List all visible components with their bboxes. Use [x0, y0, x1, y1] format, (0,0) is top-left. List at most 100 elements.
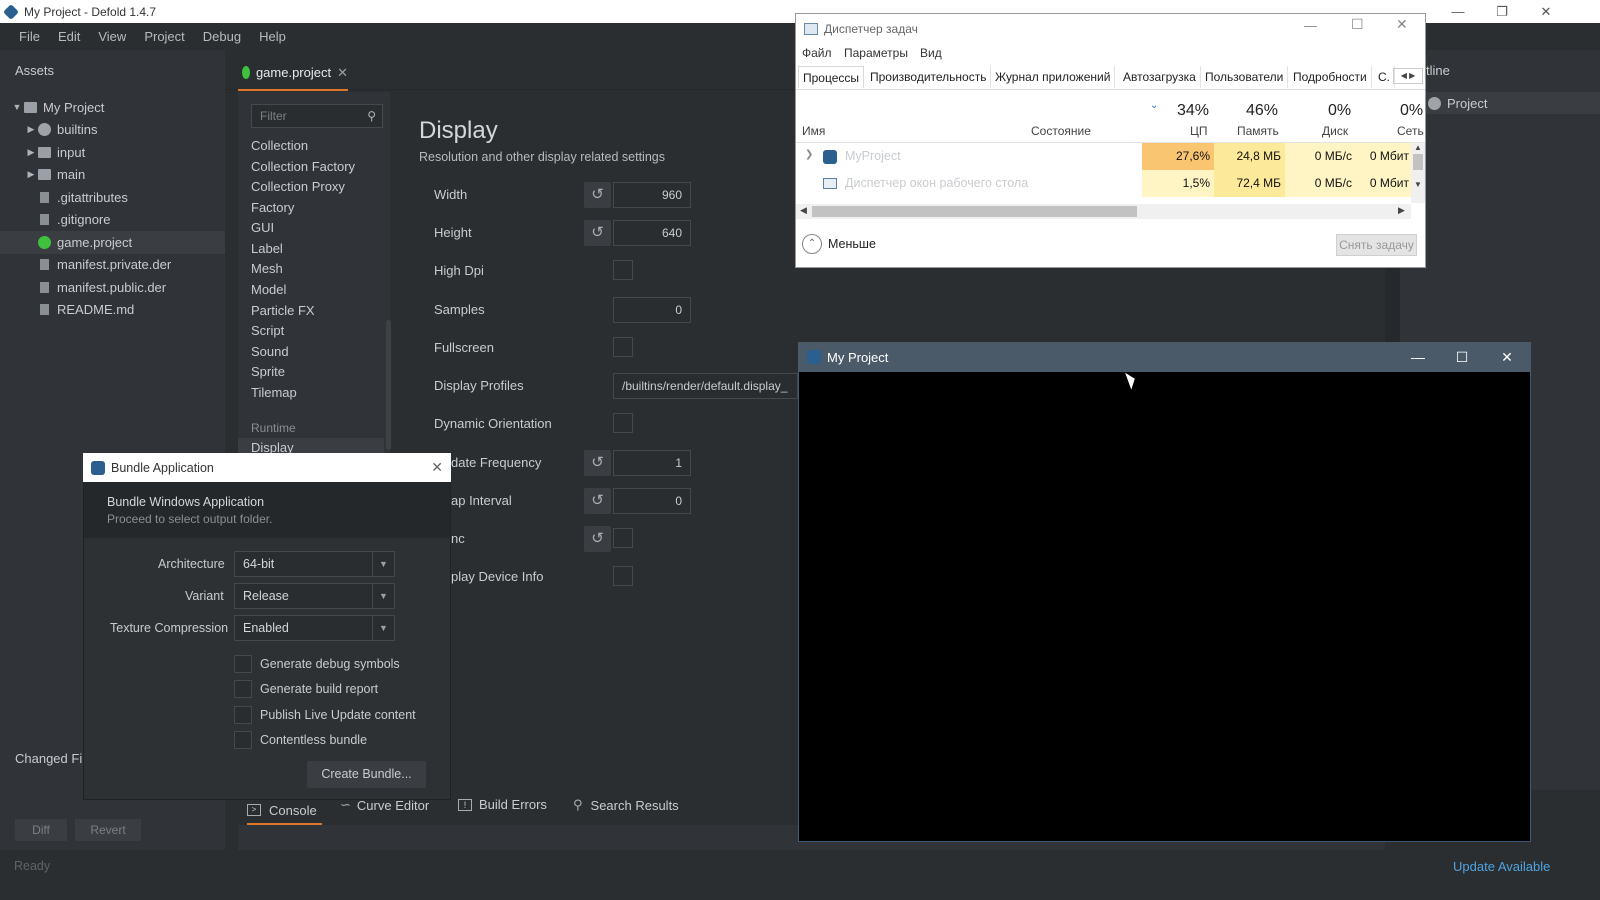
build-report-checkbox[interactable] — [234, 680, 252, 698]
width-field[interactable]: 960 — [613, 182, 691, 208]
reset-icon[interactable]: ↺ — [584, 182, 611, 208]
tm-horizontal-scrollbar[interactable]: ◀ ▶ — [796, 204, 1411, 219]
height-field[interactable]: 640 — [613, 220, 691, 246]
dynamic-orientation-checkbox[interactable] — [613, 413, 633, 433]
section-tilemap[interactable]: Tilemap — [251, 385, 297, 400]
tree-item-gitattributes[interactable]: .gitattributes — [10, 186, 225, 209]
menu-help[interactable]: Help — [259, 29, 286, 44]
collapse-up-icon[interactable]: ⌃ — [802, 234, 822, 254]
tm-menu-options[interactable]: Параметры — [844, 46, 908, 60]
tm-tab-scroll-arrows[interactable]: ◀ ▶ — [1393, 68, 1423, 84]
tab-search-results[interactable]: ⚲ Search Results — [573, 797, 679, 813]
tree-item-gitignore[interactable]: .gitignore — [10, 209, 225, 232]
menu-file[interactable]: File — [19, 29, 40, 44]
tree-item-input[interactable]: ▶ input — [10, 141, 225, 164]
tree-item-manifest-public[interactable]: manifest.public.der — [10, 276, 225, 299]
section-collection-factory[interactable]: Collection Factory — [251, 159, 355, 174]
section-collection-proxy[interactable]: Collection Proxy — [251, 179, 345, 194]
chevron-down-icon[interactable]: ▼ — [1411, 180, 1425, 189]
minimize-icon[interactable]: — — [1304, 18, 1317, 33]
update-available-link[interactable]: Update Available — [1453, 859, 1550, 874]
display-device-info-checkbox[interactable] — [613, 566, 633, 586]
tree-item-my-project[interactable]: ▼ My Project — [10, 96, 225, 119]
tree-item-game-project[interactable]: game.project — [0, 231, 225, 254]
section-collection[interactable]: Collection — [251, 138, 308, 153]
update-frequency-field[interactable]: 1 — [613, 450, 691, 476]
highdpi-checkbox[interactable] — [613, 260, 633, 280]
close-icon[interactable]: ✕ — [1396, 16, 1408, 33]
section-sound[interactable]: Sound — [251, 344, 289, 359]
revert-button[interactable]: Revert — [75, 819, 141, 841]
reset-icon[interactable]: ↺ — [584, 488, 611, 514]
tm-tab-app-history[interactable]: Журнал приложений — [991, 66, 1116, 88]
variant-select[interactable]: Release ▼ — [234, 583, 395, 609]
section-model[interactable]: Model — [251, 282, 286, 297]
tm-col-status[interactable]: Состояние — [1031, 124, 1091, 138]
texture-compression-select[interactable]: Enabled ▼ — [234, 615, 395, 641]
close-tab-icon[interactable]: ✕ — [337, 65, 348, 81]
restore-icon[interactable]: ❐ — [1480, 0, 1524, 23]
swap-interval-field[interactable]: 0 — [613, 488, 691, 514]
tm-tab-details[interactable]: Подробности — [1289, 66, 1372, 88]
tree-item-manifest-private[interactable]: manifest.private.der — [10, 254, 225, 277]
maximize-icon[interactable]: ☐ — [1351, 16, 1364, 33]
expand-right-icon[interactable]: ▶ — [24, 169, 38, 180]
close-icon[interactable]: ✕ — [431, 459, 443, 476]
diff-button[interactable]: Diff — [15, 819, 67, 841]
tm-menu-file[interactable]: Файл — [802, 46, 832, 60]
fullscreen-checkbox[interactable] — [613, 337, 633, 357]
tm-col-name[interactable]: Имя — [802, 124, 825, 138]
tm-fewer-details[interactable]: Меньше — [828, 237, 876, 251]
filter-input[interactable]: Filter ⚲ — [251, 104, 383, 128]
section-particle-fx[interactable]: Particle FX — [251, 303, 315, 318]
tm-col-disk[interactable]: Диск — [1322, 124, 1348, 138]
samples-field[interactable]: 0 — [613, 297, 691, 323]
debug-symbols-checkbox[interactable] — [234, 655, 252, 673]
tm-menu-view[interactable]: Вид — [920, 46, 942, 60]
reset-icon[interactable]: ↺ — [584, 450, 611, 476]
maximize-icon[interactable]: ☐ — [1440, 342, 1484, 372]
tm-vertical-scrollbar[interactable]: ▲ ▼ — [1411, 143, 1425, 203]
end-task-button[interactable]: Снять задачу — [1336, 234, 1417, 256]
chevron-right-icon[interactable]: ▶ — [1398, 205, 1405, 216]
tm-tab-performance[interactable]: Производительность — [866, 66, 992, 88]
tab-console[interactable]: > Console — [247, 797, 322, 825]
contentless-checkbox[interactable] — [234, 731, 252, 749]
menu-debug[interactable]: Debug — [203, 29, 241, 44]
section-scrollbar[interactable] — [386, 320, 391, 450]
create-bundle-button[interactable]: Create Bundle... — [307, 761, 426, 788]
tm-col-cpu[interactable]: ЦП — [1190, 124, 1208, 138]
section-label[interactable]: Label — [251, 241, 283, 256]
menu-edit[interactable]: Edit — [58, 29, 80, 44]
tab-build-errors[interactable]: ! Build Errors — [458, 797, 547, 812]
expand-right-icon[interactable]: ▶ — [24, 124, 38, 135]
tm-scroll-thumb[interactable] — [1413, 154, 1423, 170]
tm-tab-startup[interactable]: Автозагрузка — [1119, 66, 1201, 88]
tm-tab-users[interactable]: Пользователи — [1201, 66, 1289, 88]
tm-tab-services[interactable]: С. — [1374, 66, 1395, 88]
section-sprite[interactable]: Sprite — [251, 364, 285, 379]
tm-col-net[interactable]: Сеть — [1397, 124, 1424, 138]
close-icon[interactable]: ✕ — [1485, 342, 1529, 372]
close-icon[interactable]: ✕ — [1524, 0, 1568, 23]
expand-right-icon[interactable]: ❯ — [805, 149, 813, 160]
live-update-checkbox[interactable] — [234, 706, 252, 724]
section-script[interactable]: Script — [251, 323, 284, 338]
minimize-icon[interactable]: — — [1396, 342, 1440, 372]
menu-view[interactable]: View — [98, 29, 126, 44]
minimize-icon[interactable]: — — [1436, 0, 1480, 23]
outline-item-project[interactable]: Project — [1400, 92, 1600, 114]
vsync-checkbox[interactable] — [613, 528, 633, 548]
display-profiles-field[interactable]: /builtins/render/default.display_ — [613, 373, 798, 399]
reset-icon[interactable]: ↺ — [584, 220, 611, 246]
expand-right-icon[interactable]: ▶ — [24, 147, 38, 158]
tree-item-readme[interactable]: README.md — [10, 299, 225, 322]
section-factory[interactable]: Factory — [251, 200, 294, 215]
game-window[interactable] — [798, 342, 1531, 842]
architecture-select[interactable]: 64-bit ▼ — [234, 551, 395, 577]
chevron-up-icon[interactable]: ▲ — [1411, 143, 1425, 152]
tree-item-builtins[interactable]: ▶ builtins — [10, 119, 225, 142]
tm-hscroll-thumb[interactable] — [812, 206, 1137, 217]
tab-game-project[interactable]: game.project ✕ — [238, 56, 348, 91]
menu-project[interactable]: Project — [144, 29, 184, 44]
